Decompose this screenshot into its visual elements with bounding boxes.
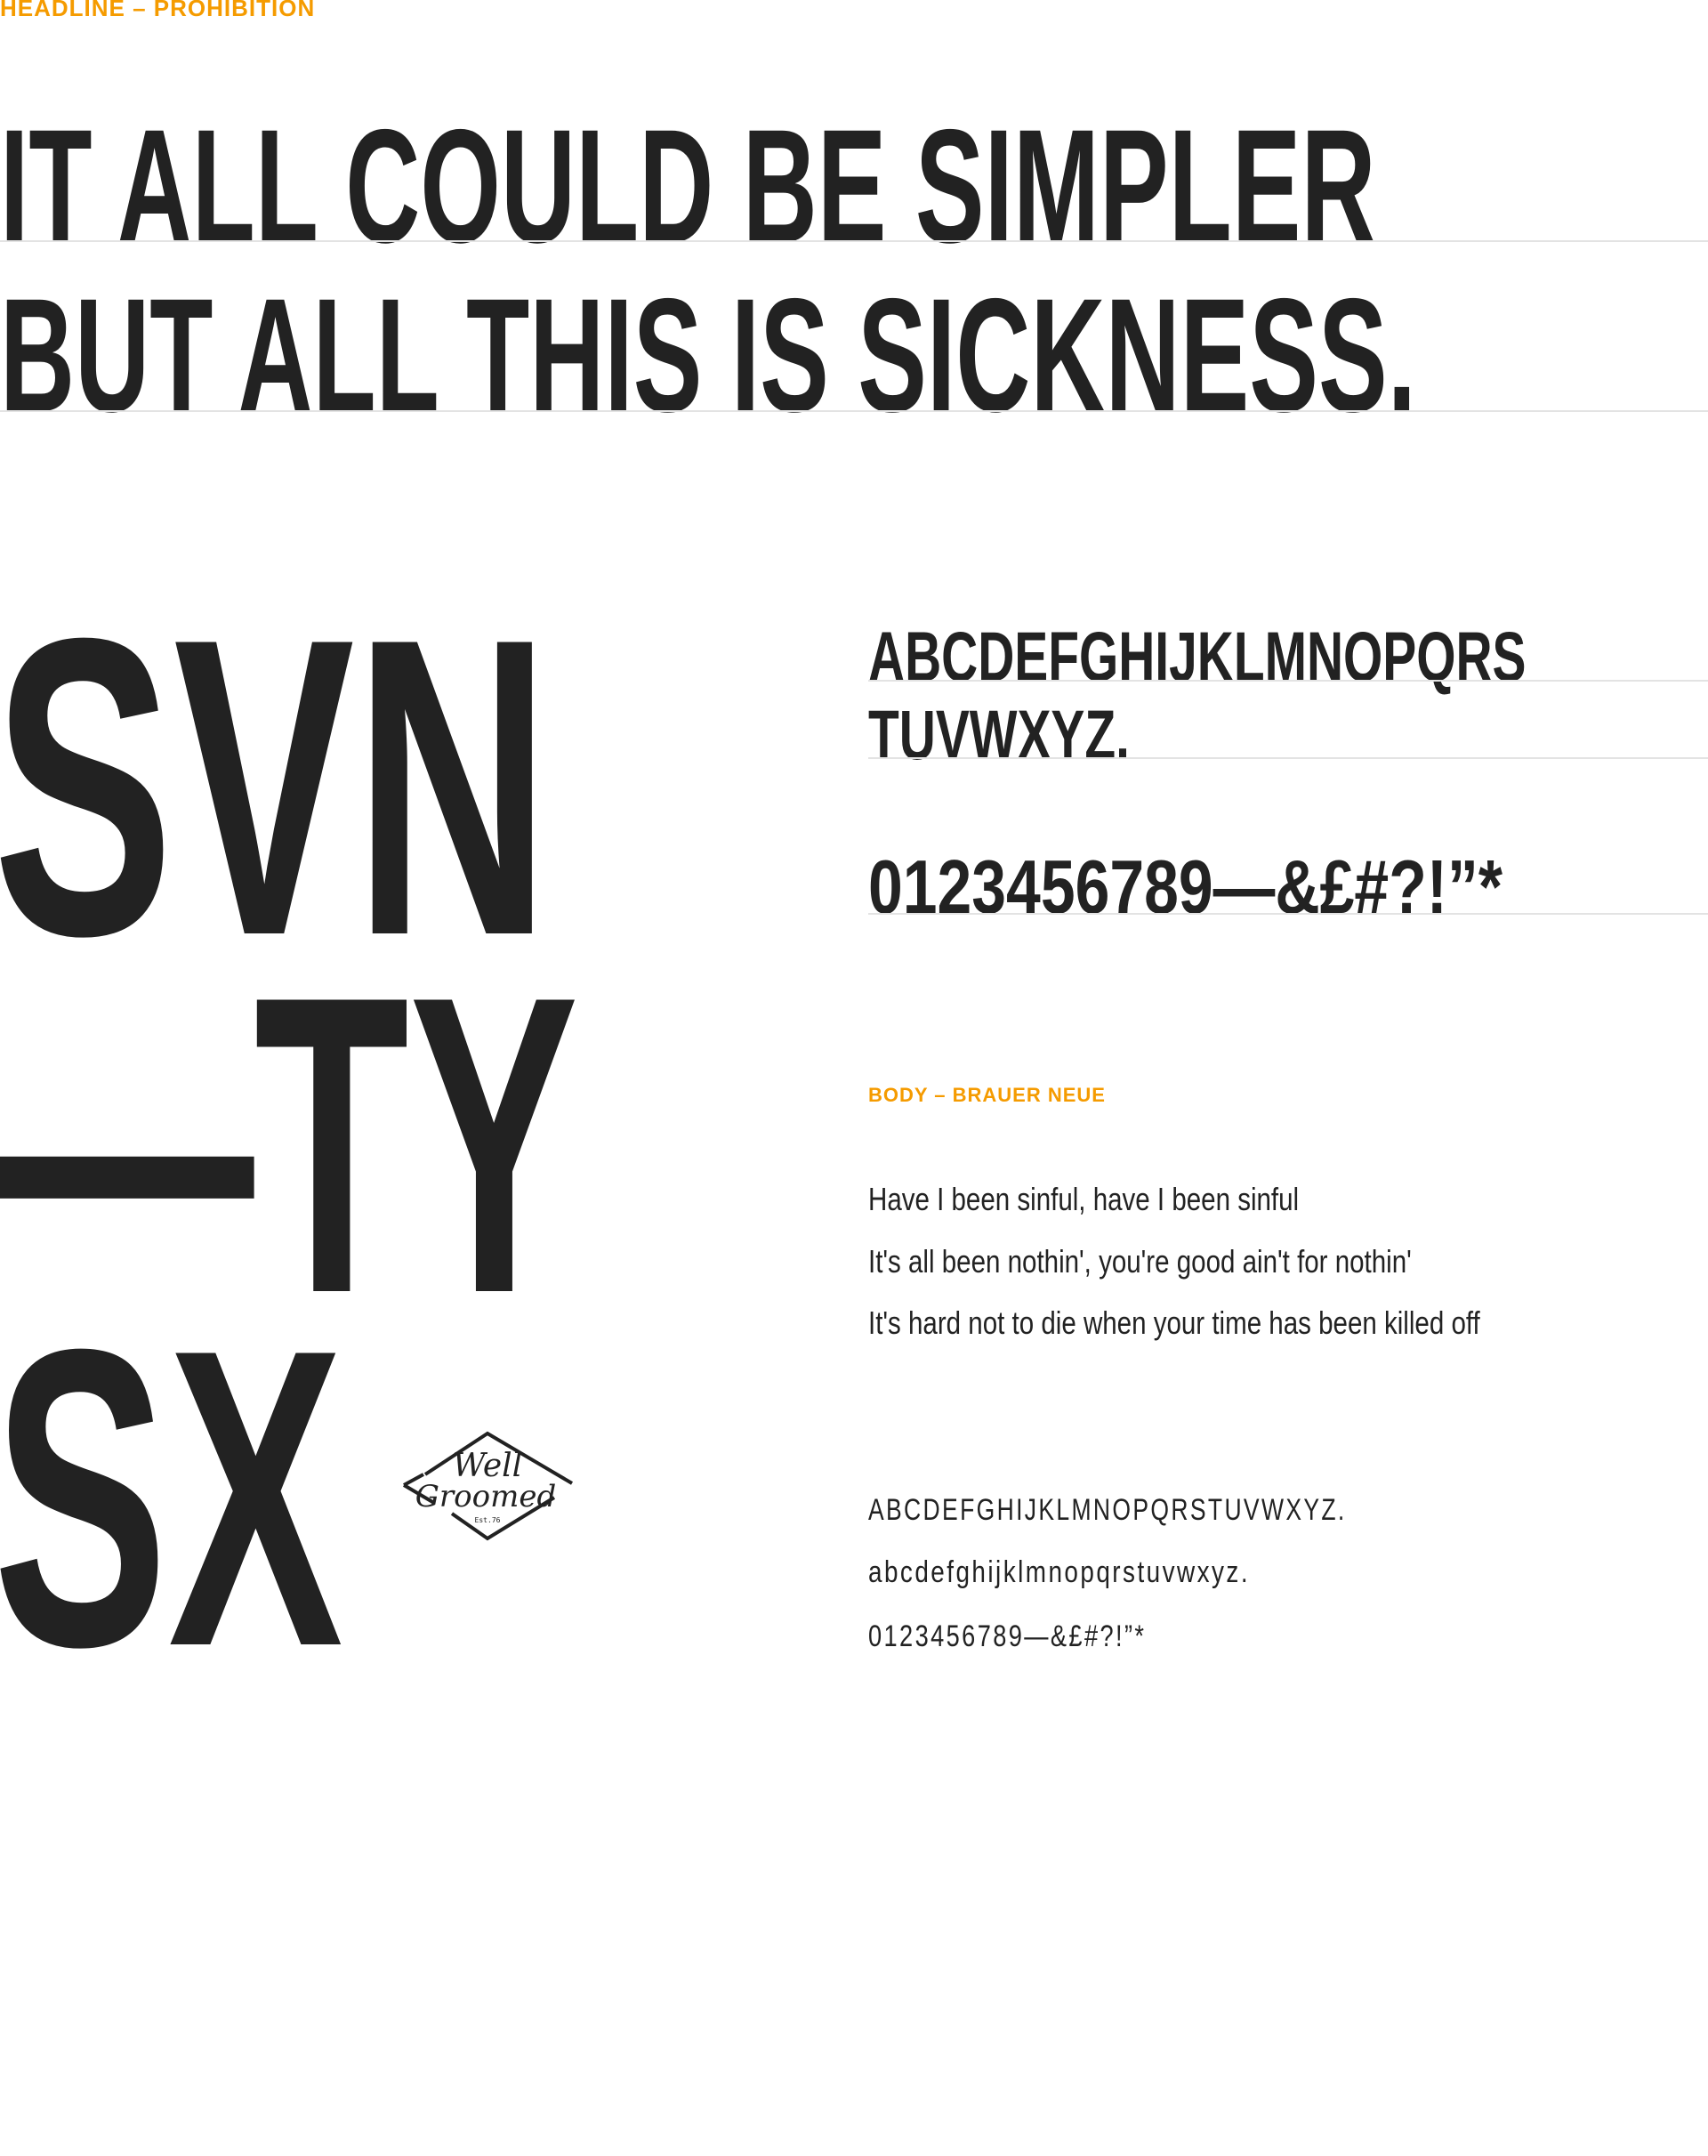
- baseline-rule: [0, 240, 1708, 242]
- body-section-label: BODY – BRAUER NEUE: [868, 1084, 1106, 1106]
- well-groomed-logo: Well Groomed Est.76: [399, 1428, 576, 1546]
- headline-line-1: IT ALL COULD BE SIMPLER: [0, 95, 1376, 277]
- display-sx: SX: [0, 1261, 343, 1734]
- baseline-rule: [868, 913, 1708, 915]
- body-line-2: It's all been nothin', you're good ain't…: [868, 1243, 1412, 1280]
- body-numerals-specimen: 0123456789—&£#?!”*: [868, 1619, 1147, 1653]
- body-line-1: Have I been sinful, have I been sinful: [868, 1181, 1300, 1217]
- baseline-rule: [868, 757, 1708, 759]
- logo-groomed: Groomed: [415, 1479, 556, 1514]
- headline-upper-2: TUVWXYZ.: [868, 695, 1130, 774]
- baseline-rule: [0, 410, 1708, 412]
- headline-section-label: HEADLINE – PROHIBITION: [0, 0, 316, 21]
- body-lower-specimen: abcdefghijklmnopqrstuvwxyz.: [868, 1555, 1251, 1589]
- logo-est: Est.76: [475, 1516, 501, 1524]
- body-upper-specimen: ABCDEFGHIJKLMNOPQRSTUVWXYZ.: [868, 1493, 1347, 1527]
- baseline-rule: [868, 680, 1708, 682]
- body-line-3: It's hard not to die when your time has …: [868, 1304, 1480, 1341]
